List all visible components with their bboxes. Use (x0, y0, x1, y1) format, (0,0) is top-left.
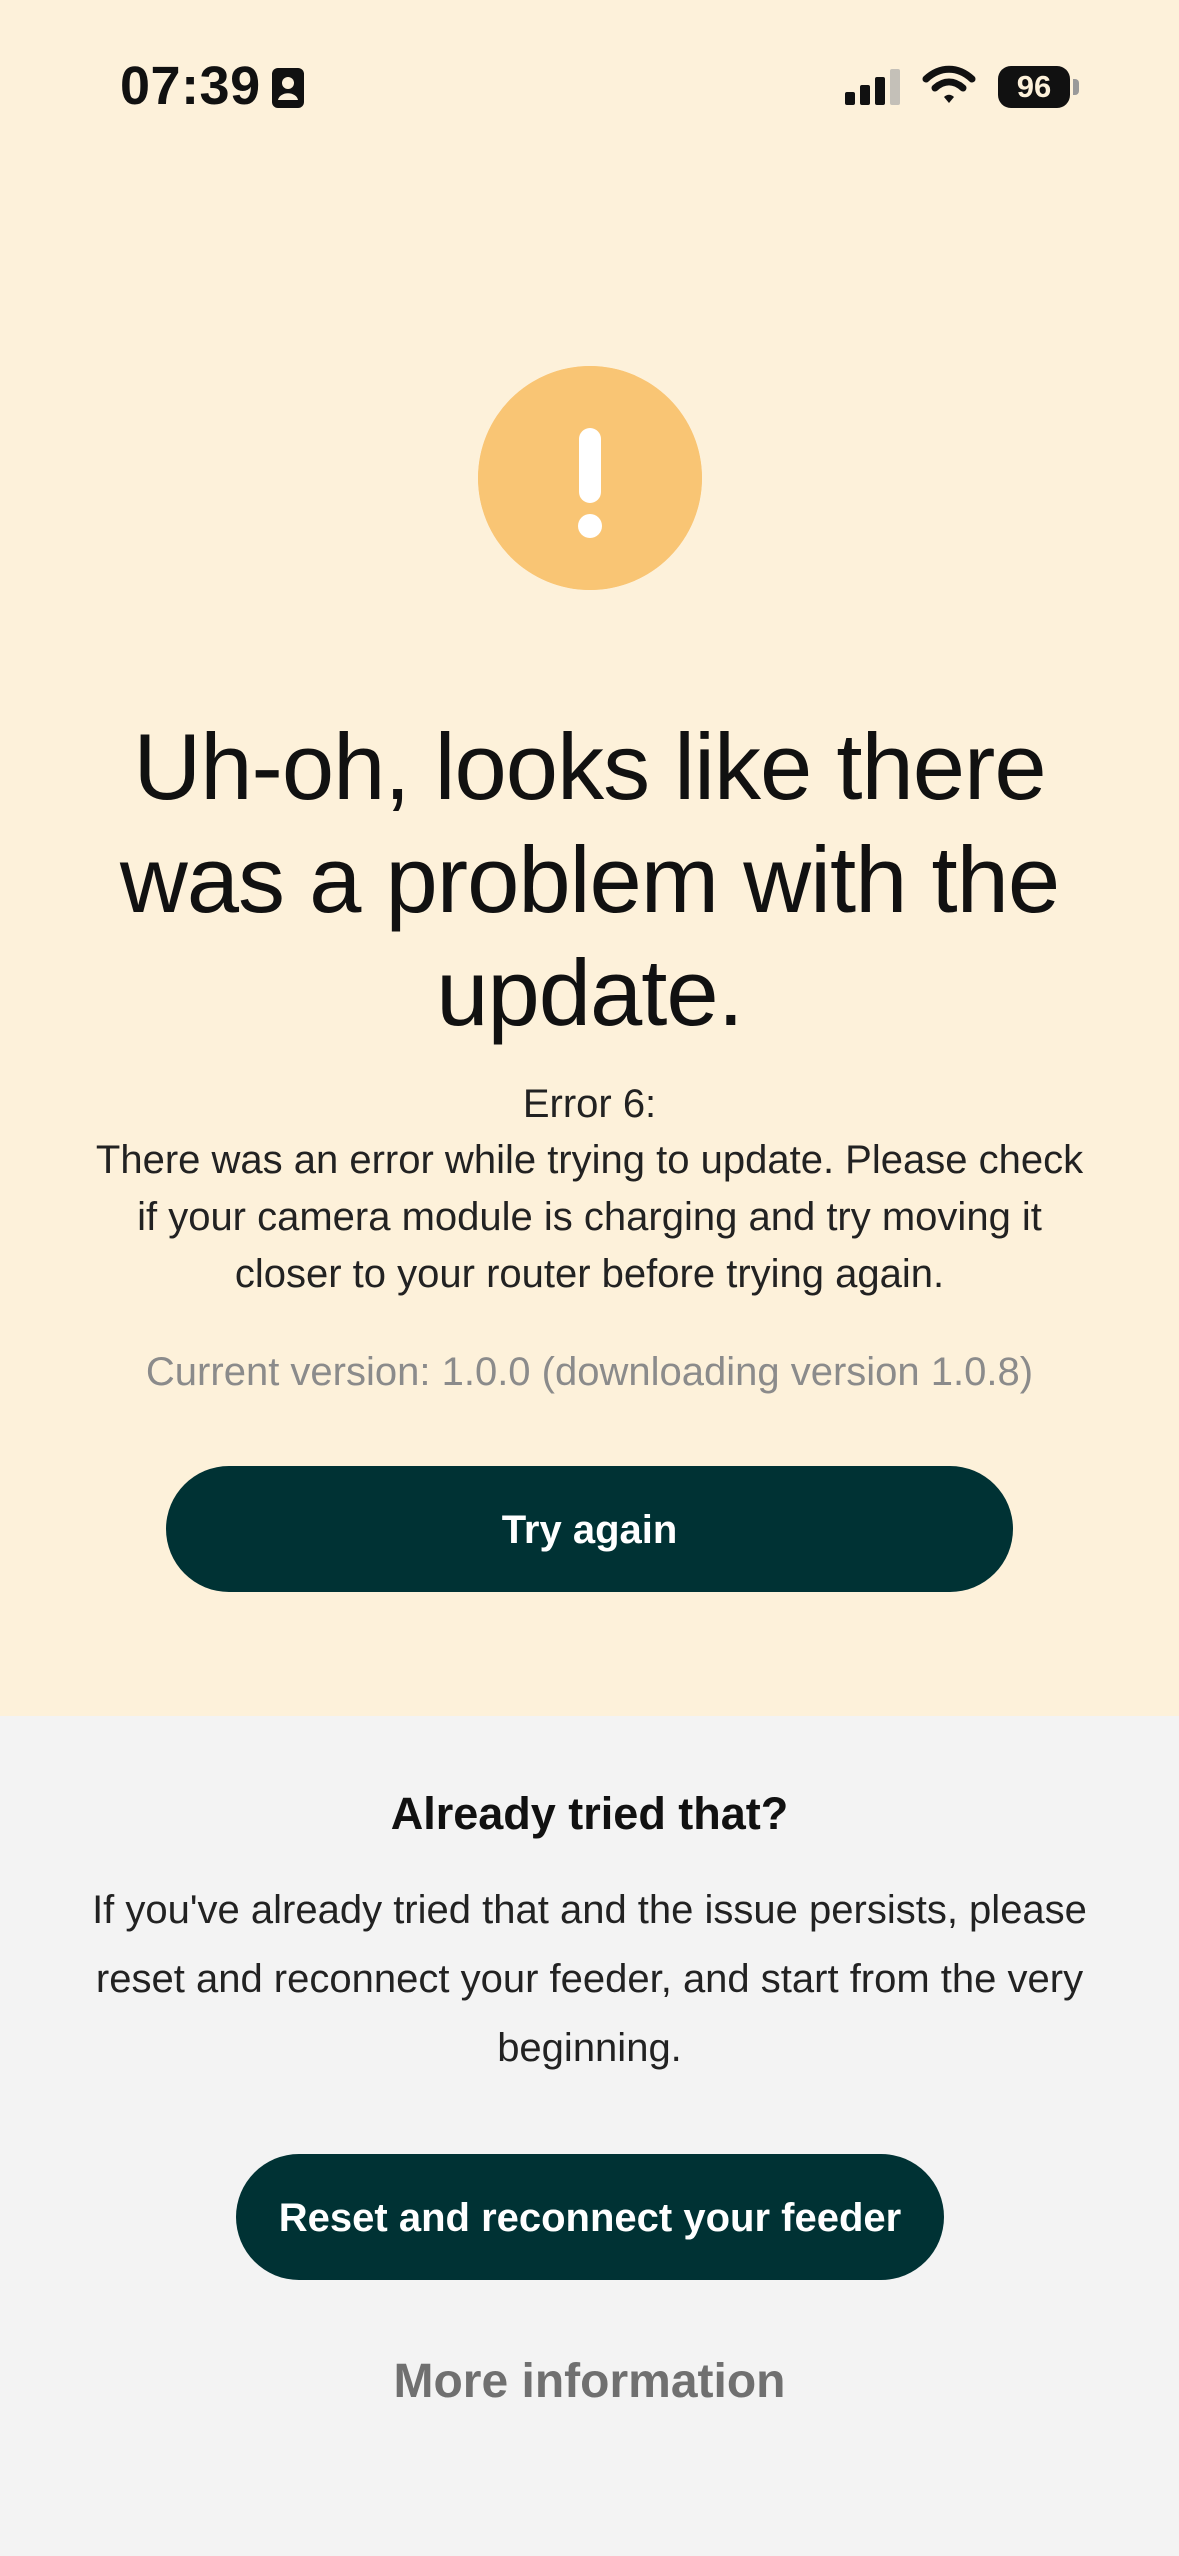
try-again-button[interactable]: Try again (166, 1466, 1013, 1592)
battery-icon: 96 (998, 66, 1080, 108)
battery-tip (1073, 79, 1079, 95)
contact-card-icon (272, 68, 304, 108)
help-title: Already tried that? (390, 1788, 789, 1839)
version-info: Current version: 1.0.0 (downloading vers… (145, 1350, 1034, 1394)
error-message: There was an error while trying to updat… (95, 1138, 1084, 1296)
battery-level: 96 (998, 66, 1070, 108)
cellular-signal-icon (845, 69, 900, 105)
reset-reconnect-feeder-button[interactable]: Reset and reconnect your feeder (236, 2154, 944, 2280)
wifi-icon (922, 65, 976, 103)
update-error-screen: 07:39 96 Uh-oh, looks like there was a p… (0, 0, 1179, 2556)
status-time: 07:39 (120, 56, 261, 116)
exclamation-icon (478, 366, 702, 590)
error-headline: Uh-oh, looks like there was a problem wi… (119, 714, 1060, 1045)
help-message: If you've already tried that and the iss… (92, 1888, 1087, 2070)
more-information-link[interactable]: More information (300, 2352, 879, 2412)
error-code: Error 6: (522, 1082, 657, 1126)
status-bar: 07:39 96 (0, 0, 1179, 160)
